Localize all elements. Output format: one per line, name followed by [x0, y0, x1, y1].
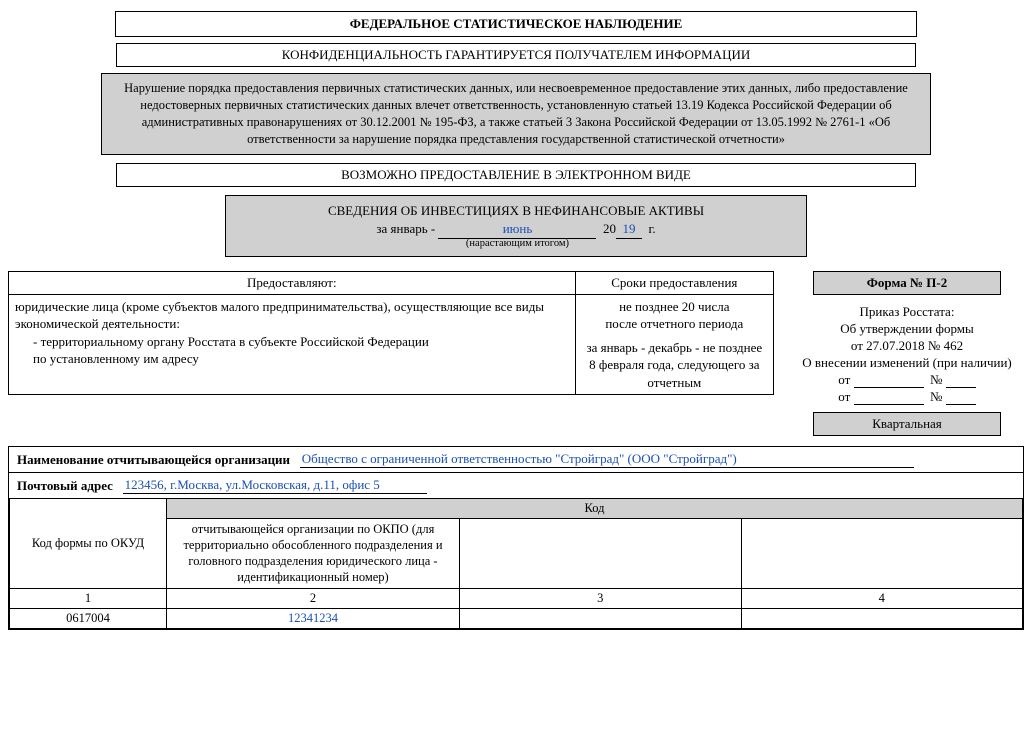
deadline3: за январь - декабрь - не позднее 8 февра… — [582, 339, 767, 392]
order-from-line2: от № — [790, 389, 1024, 405]
code-cell-3[interactable] — [460, 608, 742, 628]
period-note: (нарастающим итогом) — [438, 237, 596, 252]
order-line1: Приказ Росстата: — [790, 304, 1024, 320]
electronic-box: ВОЗМОЖНО ПРЕДОСТАВЛЕНИЕ В ЭЛЕКТРОННОМ ВИ… — [116, 163, 916, 187]
period-year-suffix: г. — [648, 221, 655, 236]
org-address-label: Почтовый адрес — [17, 478, 113, 493]
provide-header-right: Сроки предоставления — [575, 271, 773, 294]
provide-line3: по установленному им адресу — [15, 350, 569, 368]
order-from-line1: от № — [790, 372, 1024, 388]
confidentiality-text: КОНФИДЕНЦИАЛЬНОСТЬ ГАРАНТИРУЕТСЯ ПОЛУЧАТ… — [282, 47, 751, 62]
codes-table: Код формы по ОКУД Код отчитывающейся орг… — [9, 498, 1023, 629]
provide-line2: - территориальному органу Росстата в суб… — [15, 333, 569, 351]
form-block: Форма № П-2 Приказ Росстата: Об утвержде… — [790, 271, 1024, 436]
code-header: Код — [167, 498, 1023, 518]
org-name-label: Наименование отчитывающейся организации — [17, 452, 290, 467]
col1-header: Код формы по ОКУД — [10, 498, 167, 588]
order-no-field-2[interactable] — [946, 391, 976, 405]
order-line4: О внесении изменений (при наличии) — [790, 355, 1024, 371]
provide-line1: юридические лица (кроме субъектов малого… — [15, 298, 569, 333]
provide-body-right: не позднее 20 числа после отчетного пери… — [575, 294, 773, 395]
org-address-field[interactable]: 123456, г.Москва, ул.Московская, д.11, о… — [123, 477, 427, 494]
organization-block: Наименование отчитывающейся организации … — [8, 446, 1024, 630]
colnum-2: 2 — [167, 588, 460, 608]
period-prefix: за январь - — [376, 221, 435, 236]
deadline1: не позднее 20 числа — [582, 298, 767, 316]
colnum-4: 4 — [741, 588, 1023, 608]
provide-table: Предоставляют: Сроки предоставления юрид… — [8, 271, 774, 396]
period-year-field[interactable]: 19 — [616, 220, 642, 239]
warning-text: Нарушение порядка предоставления первичн… — [124, 81, 908, 146]
confidentiality-bar: КОНФИДЕНЦИАЛЬНОСТЬ ГАРАНТИРУЕТСЯ ПОЛУЧАТ… — [116, 43, 916, 67]
col4-header — [741, 518, 1023, 588]
periodicity-box: Квартальная — [813, 412, 1001, 436]
period-line: за январь - июнь (нарастающим итогом) 20… — [236, 220, 796, 252]
order-line3: от 27.07.2018 № 462 — [790, 338, 1024, 354]
subject-text: СВЕДЕНИЯ ОБ ИНВЕСТИЦИЯХ В НЕФИНАНСОВЫЕ А… — [236, 202, 796, 220]
info-box: СВЕДЕНИЯ ОБ ИНВЕСТИЦИЯХ В НЕФИНАНСОВЫЕ А… — [225, 195, 807, 257]
order-date-field-1[interactable] — [854, 374, 924, 388]
col2-header: отчитывающейся организации по ОКПО (для … — [167, 518, 460, 588]
provide-body-left: юридические лица (кроме субъектов малого… — [9, 294, 576, 395]
deadline2: после отчетного периода — [582, 315, 767, 333]
order-line2: Об утверждении формы — [790, 321, 1024, 337]
col3-header — [460, 518, 742, 588]
okpo-value[interactable]: 12341234 — [167, 608, 460, 628]
colnum-1: 1 — [10, 588, 167, 608]
title-bar: ФЕДЕРАЛЬНОЕ СТАТИСТИЧЕСКОЕ НАБЛЮДЕНИЕ — [115, 11, 917, 37]
okud-value: 0617004 — [10, 608, 167, 628]
org-name-field[interactable]: Общество с ограниченной ответственностью… — [300, 451, 914, 468]
form-number-box: Форма № П-2 — [813, 271, 1001, 295]
period-month-field[interactable]: июнь — [438, 220, 596, 239]
code-cell-4[interactable] — [741, 608, 1023, 628]
warning-box: Нарушение порядка предоставления первичн… — [101, 73, 931, 155]
colnum-3: 3 — [460, 588, 742, 608]
period-year-prefix: 20 — [603, 221, 616, 236]
order-no-field-1[interactable] — [946, 374, 976, 388]
provide-header-left: Предоставляют: — [9, 271, 576, 294]
order-date-field-2[interactable] — [854, 391, 924, 405]
electronic-text: ВОЗМОЖНО ПРЕДОСТАВЛЕНИЕ В ЭЛЕКТРОННОМ ВИ… — [341, 167, 691, 182]
title-text: ФЕДЕРАЛЬНОЕ СТАТИСТИЧЕСКОЕ НАБЛЮДЕНИЕ — [350, 16, 683, 31]
